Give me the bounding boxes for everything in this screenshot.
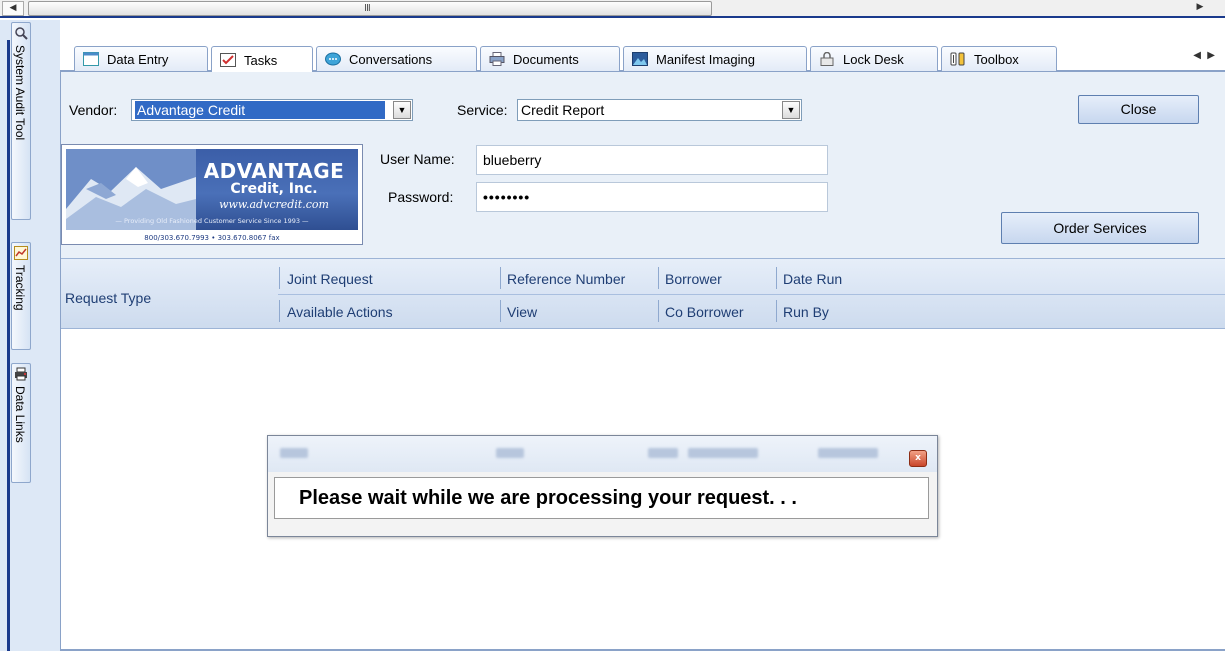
column-co-borrower[interactable]: Co Borrower bbox=[665, 304, 744, 320]
blurred-text bbox=[280, 448, 308, 458]
logo-text-url: www.advcredit.com bbox=[219, 198, 329, 211]
scrollbar-grip: III bbox=[364, 3, 371, 14]
blurred-text bbox=[688, 448, 758, 458]
scrollbar-thumb[interactable]: III bbox=[28, 1, 712, 16]
column-borrower[interactable]: Borrower bbox=[665, 271, 722, 287]
vendor-select[interactable]: Advantage Credit ▼ bbox=[131, 99, 413, 121]
magnifier-icon bbox=[15, 27, 28, 40]
column-date-run[interactable]: Date Run bbox=[783, 271, 842, 287]
dock-label-data-links: Data Links bbox=[13, 386, 27, 443]
dock-divider bbox=[7, 40, 10, 651]
grid-header: Request Type Joint Request Reference Num… bbox=[61, 259, 1225, 329]
column-reference-number[interactable]: Reference Number bbox=[507, 271, 625, 287]
tab-tasks[interactable]: Tasks bbox=[211, 46, 313, 73]
dialog-header bbox=[268, 436, 937, 472]
column-separator bbox=[776, 300, 777, 322]
tab-label: Conversations bbox=[349, 51, 433, 67]
service-value: Credit Report bbox=[521, 102, 605, 118]
blurred-text bbox=[648, 448, 678, 458]
chevron-down-icon[interactable]: ▼ bbox=[782, 101, 800, 119]
window-icon bbox=[83, 52, 99, 66]
order-services-button[interactable]: Order Services bbox=[1001, 212, 1199, 244]
dock-label-system-audit-tool: System Audit Tool bbox=[13, 45, 27, 141]
tab-label: Documents bbox=[513, 51, 579, 67]
app-window: ◀ III ▶ System Audit Tool Tracking Data … bbox=[0, 0, 1225, 651]
column-request-type[interactable]: Request Type bbox=[65, 290, 151, 306]
grid-header-divider bbox=[278, 294, 1225, 295]
processing-dialog: x Please wait while we are processing yo… bbox=[267, 435, 938, 537]
password-field[interactable]: •••••••• bbox=[476, 182, 828, 212]
printer-icon bbox=[15, 367, 27, 381]
close-icon[interactable]: x bbox=[909, 450, 927, 467]
tab-strip: Data Entry Tasks Conversations Documents bbox=[60, 20, 1225, 73]
checkbox-icon bbox=[220, 53, 236, 67]
column-separator bbox=[500, 267, 501, 289]
logo-text-name: ADVANTAGE bbox=[203, 159, 345, 183]
logo-banner: ADVANTAGE Credit, Inc. www.advcredit.com… bbox=[66, 149, 358, 230]
chevron-down-icon[interactable]: ▼ bbox=[393, 101, 411, 119]
tab-label: Data Entry bbox=[107, 51, 169, 67]
column-separator bbox=[776, 267, 777, 289]
blurred-text bbox=[496, 448, 524, 458]
logo-text-company: Credit, Inc. bbox=[230, 181, 318, 197]
tab-manifest-imaging[interactable]: Manifest Imaging bbox=[623, 46, 807, 71]
speech-bubble-icon bbox=[325, 52, 341, 66]
tab-lock-desk[interactable]: Lock Desk bbox=[810, 46, 938, 71]
vendor-value: Advantage Credit bbox=[135, 101, 385, 119]
credit-report-panel: Vendor: Advantage Credit ▼ Service: Cred… bbox=[60, 72, 1225, 651]
tab-data-entry[interactable]: Data Entry bbox=[74, 46, 208, 71]
tab-label: Toolbox bbox=[974, 51, 1019, 67]
column-separator bbox=[279, 300, 280, 322]
tab-label: Tasks bbox=[244, 52, 278, 68]
tab-label: Manifest Imaging bbox=[656, 51, 755, 67]
vendor-logo: ADVANTAGE Credit, Inc. www.advcredit.com… bbox=[61, 144, 363, 245]
column-separator bbox=[500, 300, 501, 322]
dock-tab-tracking[interactable]: Tracking bbox=[11, 242, 31, 350]
column-joint-request[interactable]: Joint Request bbox=[287, 271, 373, 287]
tab-scroll-arrows[interactable]: ◀ ▶ bbox=[1193, 50, 1215, 61]
column-view[interactable]: View bbox=[507, 304, 537, 320]
column-separator bbox=[279, 267, 280, 289]
scroll-left-arrow[interactable]: ◀ bbox=[2, 1, 24, 16]
logo-tagline: — Providing Old Fashioned Customer Servi… bbox=[115, 217, 309, 225]
vendor-label: Vendor: bbox=[69, 102, 118, 118]
image-icon bbox=[632, 52, 648, 66]
logo-phone: 800/303.670.7993 • 303.670.8067 fax bbox=[144, 234, 280, 242]
chart-icon bbox=[14, 246, 28, 260]
processing-message: Please wait while we are processing your… bbox=[274, 477, 929, 519]
column-separator bbox=[658, 267, 659, 289]
dock-label-tracking: Tracking bbox=[13, 265, 27, 311]
tab-conversations[interactable]: Conversations bbox=[316, 46, 477, 71]
column-available-actions[interactable]: Available Actions bbox=[287, 304, 393, 320]
column-separator bbox=[658, 300, 659, 322]
close-button[interactable]: Close bbox=[1078, 95, 1199, 124]
horizontal-scrollbar[interactable]: ◀ III ▶ bbox=[0, 0, 1225, 18]
lock-icon bbox=[820, 52, 834, 66]
blurred-text bbox=[818, 448, 878, 458]
dock-tab-system-audit-tool[interactable]: System Audit Tool bbox=[11, 22, 31, 220]
tab-label: Lock Desk bbox=[843, 51, 904, 67]
column-run-by[interactable]: Run By bbox=[783, 304, 829, 320]
printer-icon bbox=[489, 52, 505, 66]
username-label: User Name: bbox=[380, 151, 455, 167]
password-label: Password: bbox=[388, 189, 454, 205]
dock-tab-data-links[interactable]: Data Links bbox=[11, 363, 31, 483]
username-field[interactable]: blueberry bbox=[476, 145, 828, 175]
tools-icon bbox=[950, 52, 965, 66]
scroll-right-arrow[interactable]: ▶ bbox=[1193, 1, 1207, 16]
left-dock: System Audit Tool Tracking Data Links bbox=[0, 20, 60, 651]
service-select[interactable]: Credit Report ▼ bbox=[517, 99, 802, 121]
service-order-form: Vendor: Advantage Credit ▼ Service: Cred… bbox=[61, 72, 1225, 258]
tab-documents[interactable]: Documents bbox=[480, 46, 620, 71]
tab-toolbox[interactable]: Toolbox bbox=[941, 46, 1057, 71]
service-label: Service: bbox=[457, 102, 508, 118]
